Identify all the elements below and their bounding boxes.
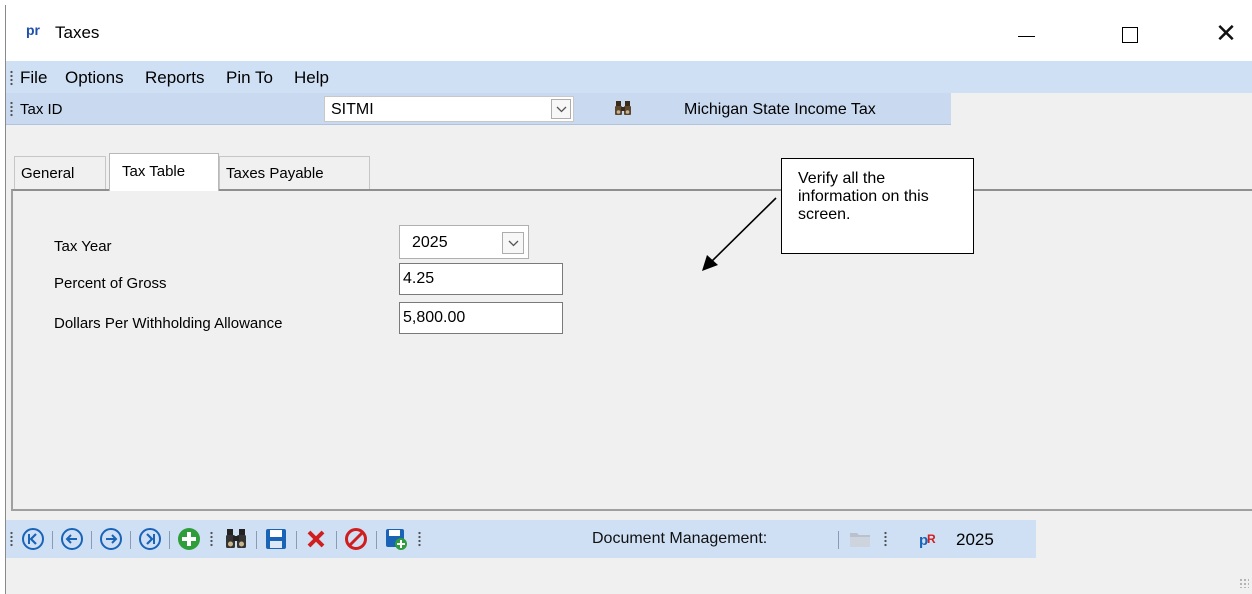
tab-tax-table[interactable]: Tax Table xyxy=(109,153,219,191)
tab-general[interactable]: General xyxy=(14,156,106,189)
save-icon[interactable] xyxy=(264,527,288,551)
app-icon: pr xyxy=(26,22,40,38)
close-button[interactable]: ✕ xyxy=(1196,5,1252,61)
toolbar-grip-handle[interactable] xyxy=(10,101,13,117)
resize-grip[interactable] xyxy=(1239,578,1249,588)
menu-pin-to[interactable]: Pin To xyxy=(226,68,273,88)
percent-gross-value: 4.25 xyxy=(403,270,435,287)
document-management-label: Document Management: xyxy=(592,530,768,547)
dollars-allowance-label: Dollars Per Withholding Allowance xyxy=(54,315,283,332)
first-record-icon[interactable] xyxy=(21,527,45,551)
dollars-allowance-field[interactable]: 5,800.00 xyxy=(399,302,563,334)
binoculars-icon[interactable] xyxy=(614,99,632,122)
save-new-icon[interactable] xyxy=(384,527,408,551)
percent-gross-label: Percent of Gross xyxy=(54,275,167,292)
delete-icon[interactable] xyxy=(304,527,328,551)
callout-note: Verify all the information on this scree… xyxy=(781,158,974,254)
navigation-toolbar: Document Management: pR 2025 xyxy=(6,520,1036,558)
tab-taxes-payable[interactable]: Taxes Payable xyxy=(219,156,370,189)
report-icon[interactable]: pR xyxy=(916,527,940,551)
tax-description: Michigan State Income Tax xyxy=(684,101,876,118)
cancel-icon[interactable] xyxy=(344,527,368,551)
tax-year-label: Tax Year xyxy=(54,238,112,255)
tax-id-value: SITMI xyxy=(331,101,374,118)
previous-record-icon[interactable] xyxy=(60,527,84,551)
tax-year-value: 2025 xyxy=(412,234,448,251)
nav-grip-handle[interactable] xyxy=(210,531,213,547)
search-icon[interactable] xyxy=(224,527,248,551)
toolbar-divider xyxy=(169,531,170,549)
menu-file[interactable]: File xyxy=(20,68,47,88)
chevron-down-icon[interactable] xyxy=(551,99,571,119)
dollars-allowance-value: 5,800.00 xyxy=(403,309,466,326)
toolbar-divider xyxy=(256,531,257,549)
tax-table-panel xyxy=(11,189,1252,511)
toolbar-divider xyxy=(52,531,53,549)
menu-options[interactable]: Options xyxy=(65,68,124,88)
folder-icon[interactable] xyxy=(848,527,872,551)
toolbar-divider xyxy=(296,531,297,549)
minimize-button[interactable] xyxy=(996,5,1056,61)
tax-id-toolbar: Tax ID SITMI Michigan State Income Tax xyxy=(6,93,951,125)
nav-grip-handle[interactable] xyxy=(10,531,13,547)
tax-id-label: Tax ID xyxy=(20,101,63,118)
status-bar xyxy=(6,558,1252,594)
svg-text:R: R xyxy=(927,532,936,546)
window-title: Taxes xyxy=(55,23,100,42)
toolbar-divider xyxy=(91,531,92,549)
chevron-down-icon[interactable] xyxy=(502,232,524,254)
toolbar-divider xyxy=(838,531,839,549)
menu-help[interactable]: Help xyxy=(294,68,329,88)
tax-id-select[interactable]: SITMI xyxy=(324,96,574,122)
nav-grip-handle[interactable] xyxy=(418,531,421,547)
taxes-window: pr Taxes ✕ File Options Reports Pin To H… xyxy=(5,5,1252,594)
percent-gross-field[interactable]: 4.25 xyxy=(399,263,563,295)
menu-reports[interactable]: Reports xyxy=(145,68,205,88)
toolbar-divider xyxy=(376,531,377,549)
maximize-button[interactable] xyxy=(1100,5,1160,61)
toolbar-divider xyxy=(130,531,131,549)
callout-arrow xyxy=(702,197,777,271)
menu-bar: File Options Reports Pin To Help xyxy=(6,61,1252,93)
next-record-icon[interactable] xyxy=(99,527,123,551)
menu-grip-handle[interactable] xyxy=(10,70,13,86)
last-record-icon[interactable] xyxy=(138,527,162,551)
current-year-label: 2025 xyxy=(956,530,994,549)
nav-grip-handle[interactable] xyxy=(884,531,887,547)
tax-year-select[interactable]: 2025 xyxy=(399,225,529,259)
toolbar-divider xyxy=(336,531,337,549)
title-bar: pr Taxes ✕ xyxy=(6,5,1252,61)
add-icon[interactable] xyxy=(177,527,201,551)
